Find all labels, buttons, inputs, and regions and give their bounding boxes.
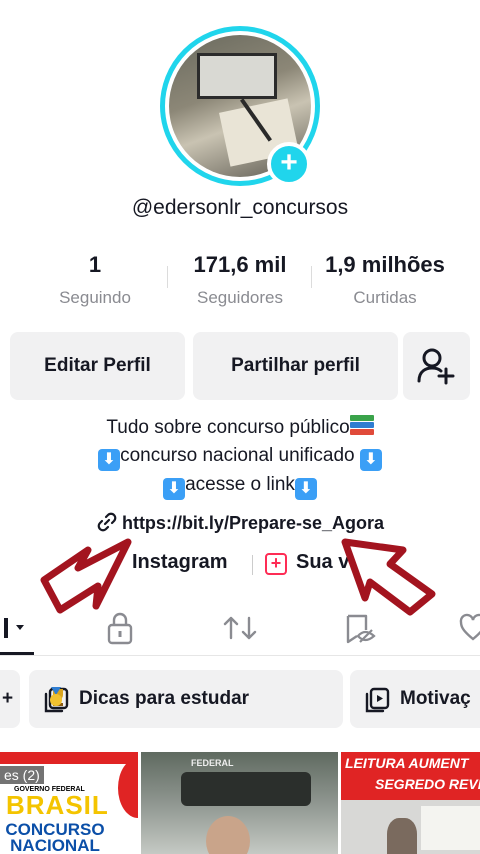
add-user-icon: [417, 348, 455, 385]
share-profile-button[interactable]: Partilhar perfil: [193, 332, 398, 400]
bio-line-3: ⬇ acesse o link ⬇: [0, 471, 480, 500]
down-arrow-icon: ⬇: [359, 449, 382, 471]
playlist-chip-dicas[interactable]: Dicas para estudar: [29, 670, 343, 728]
left-annotation-arrow-icon: [40, 538, 132, 614]
thumbnail-federal-text: FEDERAL: [191, 758, 234, 768]
video-grid: es (2) GOVERNO FEDERAL BRASIL CONCURSO N…: [0, 752, 480, 854]
annotation-arrows: [40, 538, 436, 616]
thumbnail-label: es (2): [0, 766, 44, 784]
stat-following[interactable]: 1 Seguindo: [30, 252, 160, 308]
playlist-row: + Dicas para estudar Motivaç: [0, 670, 480, 728]
down-arrow-icon: ⬇: [163, 478, 186, 500]
profile-stats: 1 Seguindo 171,6 mil Seguidores 1,9 milh…: [0, 252, 480, 314]
following-label: Seguindo: [59, 288, 131, 307]
bio-line-2: ⬇ concurso nacional unificado ⬇: [0, 442, 480, 471]
stat-likes[interactable]: 1,9 milhões Curtidas: [310, 252, 460, 308]
following-count: 1: [88, 252, 102, 277]
bio-line-1: Tudo sobre concurso público: [0, 414, 480, 442]
likes-count: 1,9 milhões: [325, 252, 445, 277]
likes-label: Curtidas: [353, 288, 417, 307]
video-thumbnail[interactable]: es (2) GOVERNO FEDERAL BRASIL CONCURSO N…: [0, 752, 138, 854]
edit-profile-button[interactable]: Editar Perfil: [10, 332, 185, 400]
down-arrow-icon: ⬇: [98, 449, 121, 471]
stat-followers[interactable]: 171,6 mil Seguidores: [175, 252, 305, 308]
stats-divider: [167, 266, 168, 288]
followers-label: Seguidores: [196, 288, 283, 307]
thumbnail-title-line-2: SEGREDO REVEL: [375, 776, 480, 792]
video-thumbnail[interactable]: LEITURA AUMENT SEGREDO REVEL: [341, 752, 480, 854]
books-icon: [349, 414, 374, 436]
profile-bio: Tudo sobre concurso público ⬇ concurso na…: [0, 414, 480, 500]
username: @edersonlr_concursos: [131, 196, 349, 219]
thumbnail-brasil-text: BRASIL: [6, 790, 109, 820]
thumbnail-title-line-1: LEITURA AUMENT: [345, 755, 469, 771]
playlist-icon: [365, 687, 390, 713]
active-tab-indicator: [0, 652, 34, 655]
followers-count: 171,6 mil: [193, 252, 287, 277]
down-arrow-icon: ⬇: [294, 478, 317, 500]
video-thumbnail[interactable]: FEDERAL: [141, 752, 338, 854]
add-avatar-plus-icon[interactable]: +: [267, 142, 311, 186]
thumbnail-concurso-text: CONCURSO NACIONAL UNIFICADO: [5, 820, 105, 854]
add-friend-button[interactable]: [403, 332, 470, 400]
right-annotation-arrow-icon: [341, 538, 436, 616]
medal-icon: [50, 687, 62, 706]
playlist-chip-motivacao[interactable]: Motivaç: [350, 670, 480, 728]
playlist-chip-partial[interactable]: +: [0, 670, 20, 728]
